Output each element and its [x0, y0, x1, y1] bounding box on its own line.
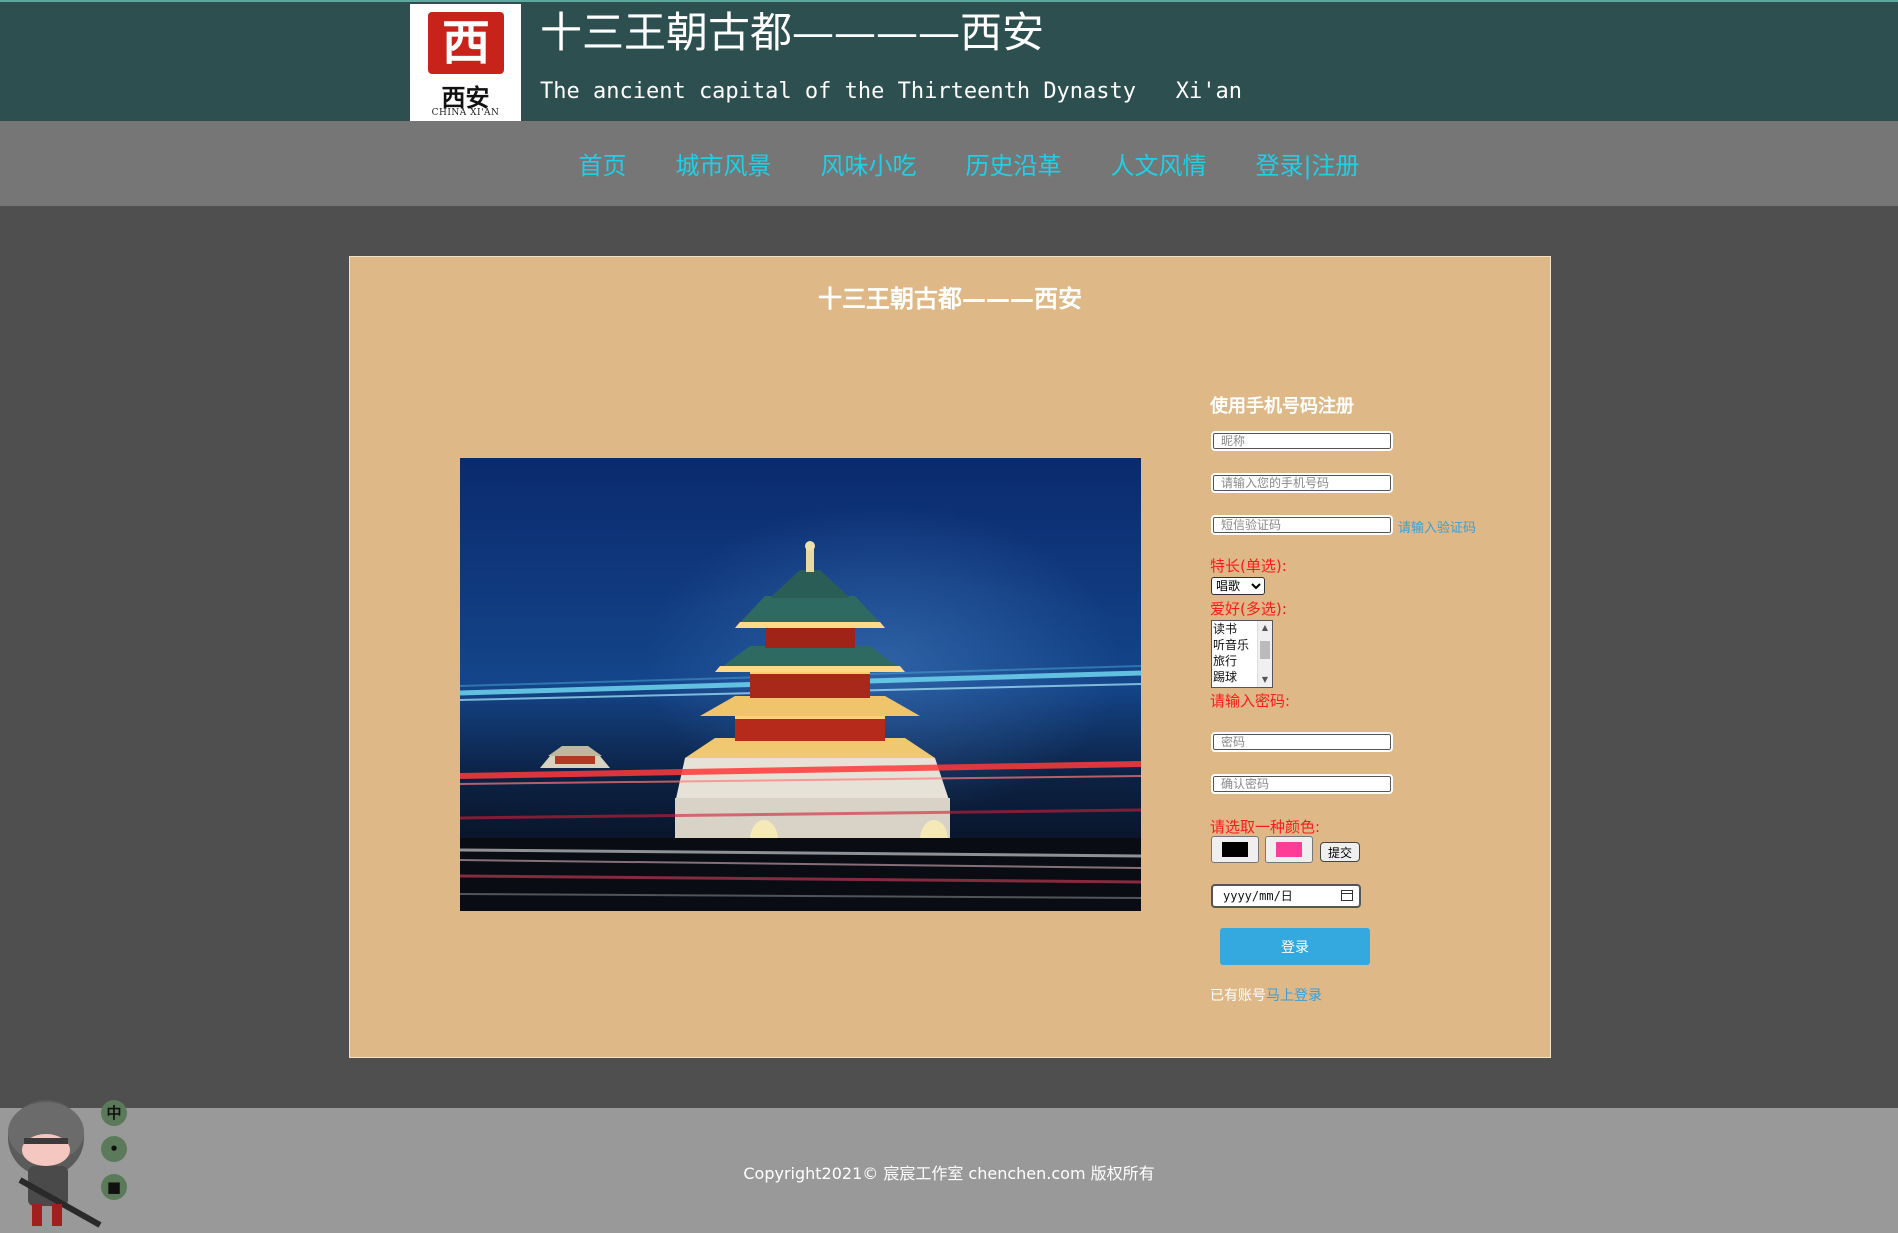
date-input[interactable]: yyyy/mm/日 — [1211, 884, 1361, 908]
nav-snacks[interactable]: 风味小吃 — [820, 146, 916, 181]
scroll-up-icon[interactable]: ▲ — [1258, 622, 1272, 634]
confirm-password-input[interactable] — [1211, 774, 1393, 794]
copyright-text: Copyright2021© 宸宸工作室 chenchen.com 版权所有 — [743, 1164, 1155, 1183]
scroll-thumb[interactable] — [1260, 641, 1270, 659]
password-input[interactable] — [1211, 732, 1393, 752]
nickname-input[interactable] — [1211, 431, 1393, 451]
calendar-icon[interactable] — [1341, 890, 1353, 901]
sms-code-input[interactable] — [1211, 515, 1393, 535]
phone-input[interactable] — [1211, 473, 1393, 493]
bell-tower-photo — [460, 458, 1141, 911]
login-button[interactable]: 登录 — [1220, 928, 1370, 965]
password-label: 请输入密码: — [1210, 692, 1291, 710]
sms-code-link[interactable]: 请输入验证码 — [1398, 517, 1476, 536]
nav-items: 首页 城市风景 风味小吃 历史沿革 人文风情 登录|注册 — [0, 121, 1898, 206]
submit-button[interactable]: 提交 — [1320, 842, 1360, 862]
nav-login-register[interactable]: 登录|注册 — [1255, 146, 1359, 181]
xian-logo[interactable]: 西 西安 CHINA XI'AN — [410, 4, 521, 123]
nav-city-scenery[interactable]: 城市风景 — [675, 146, 771, 181]
main-nav: 首页 城市风景 风味小吃 历史沿革 人文风情 登录|注册 — [0, 121, 1898, 206]
form-title: 使用手机号码注册 — [1210, 396, 1354, 417]
date-value: yyyy/mm/日 — [1223, 889, 1293, 903]
hobby-label: 爱好(多选): — [1210, 600, 1287, 618]
site-header: 西 西安 CHINA XI'AN 十三王朝古都————西安 The ancien… — [0, 0, 1898, 123]
logo-en-text: CHINA XI'AN — [431, 108, 500, 118]
color-label: 请选取一种颜色: — [1210, 818, 1321, 836]
logo-seal-glyph: 西 — [441, 15, 490, 71]
bell-tower-illustration — [460, 458, 1141, 911]
dots-icon[interactable]: • — [101, 1136, 127, 1162]
login-now-link[interactable]: 马上登录 — [1266, 988, 1322, 1004]
hobby-multiselect[interactable]: 读书 听音乐 旅行 踢球 ▲ ▼ — [1211, 620, 1273, 688]
site-title: 十三王朝古都————西安 — [540, 8, 1045, 57]
color-picker-1[interactable] — [1211, 836, 1259, 863]
nav-home[interactable]: 首页 — [578, 146, 626, 181]
skill-label: 特长(单选): — [1210, 557, 1287, 575]
scroll-down-icon[interactable]: ▼ — [1258, 674, 1272, 686]
account-text: 已有账号 — [1210, 988, 1266, 1004]
hobby-scrollbar[interactable]: ▲ ▼ — [1257, 621, 1272, 687]
color-swatch-black — [1222, 842, 1248, 857]
color-picker-2[interactable] — [1265, 836, 1313, 863]
site-footer: Copyright2021© 宸宸工作室 chenchen.com 版权所有 — [0, 1108, 1898, 1233]
logo-seal: 西 — [428, 12, 504, 74]
color-swatch-pink — [1276, 842, 1302, 857]
card-title: 十三王朝古都———西安 — [818, 285, 1082, 313]
chinese-icon[interactable]: 中 — [101, 1100, 127, 1126]
skill-select[interactable]: 唱歌 — [1211, 577, 1265, 595]
nav-history[interactable]: 历史沿革 — [965, 146, 1061, 181]
main-card: 十三王朝古都———西安 使用手机号码注册 昵称 请输入您的手机号码 短信验证码 … — [349, 256, 1551, 1058]
soldier-mascot-icon[interactable] — [0, 1090, 110, 1233]
site-subtitle: The ancient capital of the Thirteenth Dy… — [540, 79, 1242, 104]
nav-culture[interactable]: 人文风情 — [1110, 146, 1206, 181]
account-line: 已有账号马上登录 — [1210, 985, 1322, 1005]
shirt-icon[interactable]: ■ — [101, 1174, 127, 1200]
